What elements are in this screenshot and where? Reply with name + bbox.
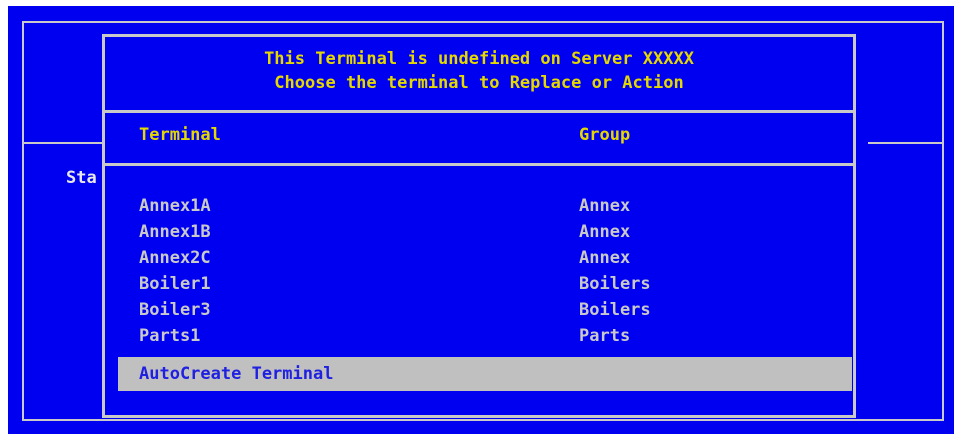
dialog-title-line1: This Terminal is undefined on Server XXX… — [264, 49, 694, 69]
terminal-list: Annex1A Annex Annex1B Annex Annex2C Anne… — [105, 193, 853, 349]
terminal-group: Annex — [579, 248, 631, 268]
terminal-name: Annex1B — [139, 222, 211, 242]
column-header-terminal: Terminal — [139, 125, 221, 145]
background-divider-left — [24, 142, 110, 144]
terminal-select-dialog: This Terminal is undefined on Server XXX… — [102, 34, 856, 418]
list-item[interactable]: Boiler3 Boilers — [105, 297, 853, 323]
dialog-title: This Terminal is undefined on Server XXX… — [105, 47, 853, 95]
terminal-name: Boiler1 — [139, 274, 211, 294]
terminal-name: Annex2C — [139, 248, 211, 268]
autocreate-terminal-option[interactable]: AutoCreate Terminal — [118, 357, 852, 391]
terminal-name: Boiler3 — [139, 300, 211, 320]
title-divider — [105, 110, 853, 113]
list-item[interactable]: Parts1 Parts — [105, 323, 853, 349]
list-item[interactable]: Annex2C Annex — [105, 245, 853, 271]
terminal-group: Boilers — [579, 300, 651, 320]
list-item[interactable]: Annex1A Annex — [105, 193, 853, 219]
terminal-group: Boilers — [579, 274, 651, 294]
terminal-group: Annex — [579, 222, 631, 242]
background-divider-right — [868, 142, 944, 144]
terminal-screen: Sta This Terminal is undefined on Server… — [8, 6, 954, 434]
dialog-title-line2: Choose the terminal to Replace or Action — [274, 73, 684, 93]
list-item[interactable]: Boiler1 Boilers — [105, 271, 853, 297]
terminal-group: Annex — [579, 196, 631, 216]
column-header-group: Group — [579, 125, 631, 145]
list-item[interactable]: Annex1B Annex — [105, 219, 853, 245]
terminal-name: Parts1 — [139, 326, 201, 346]
header-divider — [105, 163, 853, 166]
terminal-group: Parts — [579, 326, 631, 346]
terminal-name: Annex1A — [139, 196, 211, 216]
